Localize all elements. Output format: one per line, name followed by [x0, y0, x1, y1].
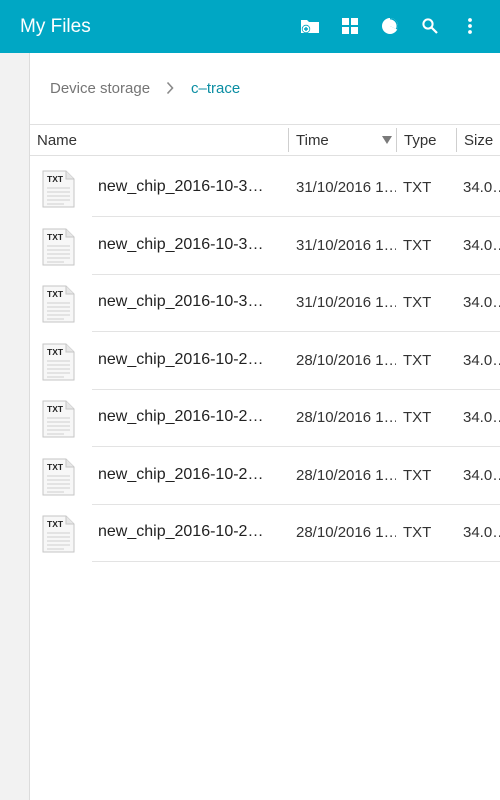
- search-icon[interactable]: [417, 13, 443, 39]
- file-row[interactable]: TXT new_chip_2016-10-3… 31/10/2016 1… TXT 34…: [30, 218, 500, 275]
- file-row[interactable]: TXT new_chip_2016-10-2… 28/10/2016 1… TXT 34…: [30, 448, 500, 505]
- column-header-type[interactable]: Type: [404, 132, 437, 149]
- file-type-badge: TXT: [47, 347, 64, 357]
- file-type-badge: TXT: [47, 519, 64, 529]
- sort-descending-icon[interactable]: [382, 136, 392, 144]
- new-folder-icon[interactable]: [297, 13, 323, 39]
- file-row[interactable]: TXT new_chip_2016-10-3… 31/10/2016 1… TXT 34…: [30, 160, 500, 217]
- column-divider[interactable]: [456, 128, 457, 152]
- file-time: 31/10/2016 1…: [296, 294, 396, 311]
- chevron-right-icon: [166, 81, 174, 100]
- file-type-badge: TXT: [47, 462, 64, 472]
- breadcrumb: Device storage c–trace: [30, 53, 500, 123]
- file-size: 34.0…: [463, 294, 500, 311]
- file-type-badge: TXT: [47, 289, 64, 299]
- file-list-header: Name Time Type Size: [30, 124, 500, 156]
- file-name: new_chip_2016-10-2…: [98, 465, 264, 483]
- file-type: TXT: [403, 294, 432, 311]
- file-name: new_chip_2016-10-2…: [98, 523, 264, 540]
- file-row[interactable]: TXT new_chip_2016-10-2… 28/10/2016 1… TXT 34…: [30, 333, 500, 390]
- file-type: TXT: [403, 236, 432, 254]
- column-header-size[interactable]: Size: [464, 132, 493, 149]
- file-size: 34.0…: [463, 524, 500, 541]
- left-navigation-rail: [0, 53, 30, 800]
- file-row[interactable]: TXT new_chip_2016-10-2… 28/10/2016 1… TXT 34…: [30, 505, 500, 562]
- file-type: TXT: [403, 524, 432, 541]
- txt-file-icon: TXT: [42, 228, 75, 266]
- file-time: 28/10/2016 1…: [296, 351, 396, 369]
- txt-file-icon: TXT: [42, 343, 75, 381]
- app-bar: My Files: [0, 0, 500, 53]
- txt-file-icon: TXT: [42, 170, 75, 208]
- file-time: 28/10/2016 1…: [296, 524, 396, 541]
- txt-file-icon: TXT: [42, 458, 75, 496]
- column-header-time[interactable]: Time: [296, 132, 329, 149]
- file-type: TXT: [403, 466, 432, 484]
- file-size: 34.0…: [463, 351, 500, 369]
- file-name: new_chip_2016-10-2…: [98, 408, 264, 425]
- file-name: new_chip_2016-10-3…: [98, 178, 264, 195]
- txt-file-icon: TXT: [42, 515, 75, 553]
- file-type-badge: TXT: [47, 174, 64, 184]
- file-size: 34.0…: [463, 236, 500, 254]
- file-row[interactable]: TXT new_chip_2016-10-2… 28/10/2016 1… TXT 34…: [30, 390, 500, 447]
- breadcrumb-current-folder[interactable]: c–trace: [191, 80, 240, 97]
- row-divider: [92, 561, 500, 562]
- breadcrumb-device-storage[interactable]: Device storage: [50, 80, 150, 97]
- file-type: TXT: [403, 179, 432, 196]
- file-time: 31/10/2016 1…: [296, 236, 396, 254]
- file-size: 34.0…: [463, 466, 500, 484]
- file-name: new_chip_2016-10-3…: [98, 235, 264, 253]
- column-divider[interactable]: [396, 128, 397, 152]
- file-type: TXT: [403, 351, 432, 369]
- file-name: new_chip_2016-10-3…: [98, 293, 264, 310]
- file-type-badge: TXT: [47, 404, 64, 414]
- file-time: 28/10/2016 1…: [296, 409, 396, 426]
- storage-usage-icon[interactable]: [377, 13, 403, 39]
- file-time: 28/10/2016 1…: [296, 466, 396, 484]
- app-title: My Files: [20, 16, 91, 37]
- file-name: new_chip_2016-10-2…: [98, 350, 264, 368]
- column-divider[interactable]: [288, 128, 289, 152]
- column-header-name[interactable]: Name: [37, 132, 77, 149]
- txt-file-icon: TXT: [42, 285, 75, 323]
- txt-file-icon: TXT: [42, 400, 75, 438]
- file-type-badge: TXT: [47, 232, 64, 242]
- file-type: TXT: [403, 409, 432, 426]
- file-size: 34.0…: [463, 179, 500, 196]
- file-row[interactable]: TXT new_chip_2016-10-3… 31/10/2016 1… TXT 34…: [30, 275, 500, 332]
- file-size: 34.0…: [463, 409, 500, 426]
- more-options-icon[interactable]: [457, 13, 483, 39]
- grid-view-icon[interactable]: [337, 13, 363, 39]
- file-time: 31/10/2016 1…: [296, 179, 396, 196]
